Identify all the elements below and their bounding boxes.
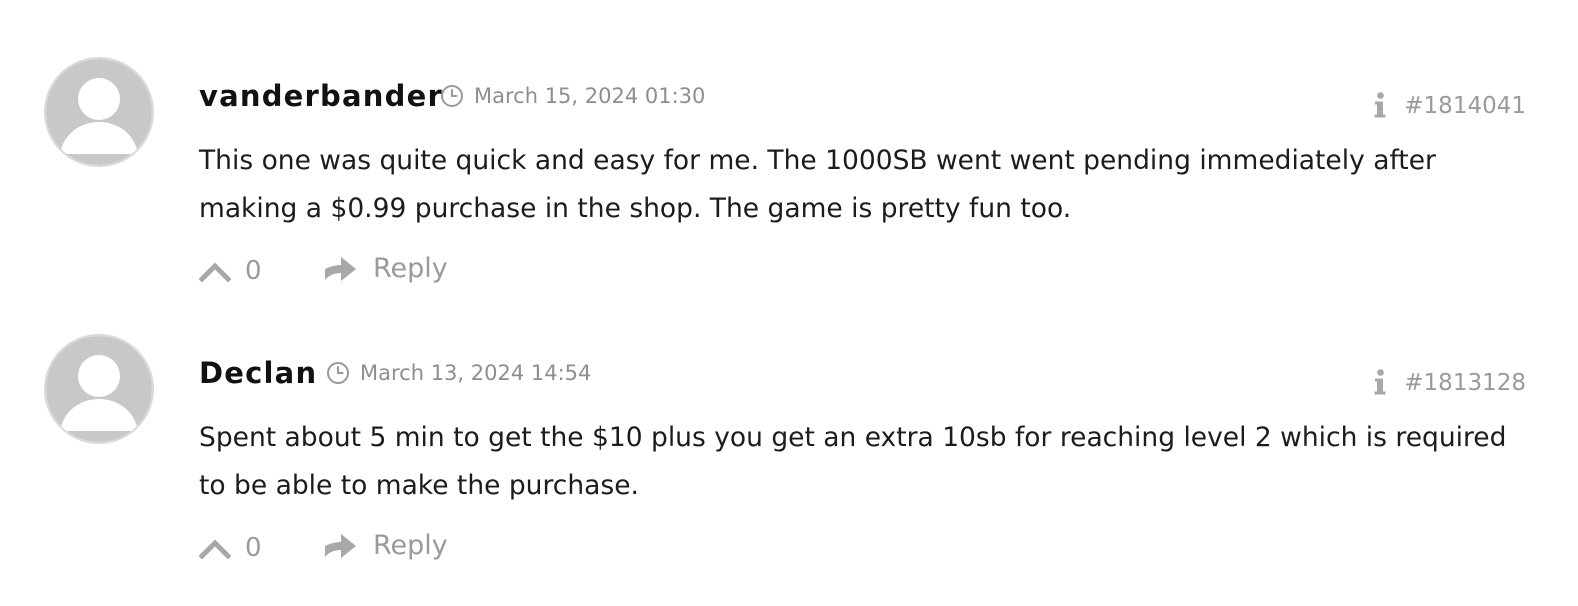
comment-text: Spent about 5 min to get the $10 plus yo…: [199, 422, 1507, 501]
avatar[interactable]: [44, 57, 154, 167]
comment-author[interactable]: Declan: [199, 355, 317, 391]
vote-count: 0: [245, 533, 262, 563]
comment-date-text: March 15, 2024 01:30: [474, 84, 706, 108]
comment: vanderbander March 15, 2024 01:30 #18140…: [0, 0, 1578, 286]
info-icon[interactable]: [1373, 92, 1387, 118]
reply-button[interactable]: Reply: [323, 527, 448, 565]
comment-permalink[interactable]: #1813128: [1404, 368, 1526, 398]
comment: Declan March 13, 2024 14:54 #1813128 Spe…: [0, 277, 1578, 563]
comment-date-text: March 13, 2024 14:54: [360, 361, 592, 385]
avatar-placeholder-icon: [46, 336, 152, 442]
avatar-placeholder-icon: [46, 59, 152, 165]
comment-date: March 15, 2024 01:30: [440, 83, 705, 109]
comment-author[interactable]: vanderbander: [199, 78, 443, 114]
reply-arrow-icon: [325, 534, 356, 558]
info-icon[interactable]: [1373, 369, 1387, 395]
comment-text: This one was quite quick and easy for me…: [199, 145, 1436, 224]
comment-date: March 13, 2024 14:54: [326, 360, 591, 386]
comment-permalink[interactable]: #1814041: [1404, 91, 1526, 121]
reply-label: Reply: [373, 530, 448, 561]
avatar[interactable]: [44, 334, 154, 444]
clock-icon: [441, 85, 463, 107]
clock-icon: [327, 362, 349, 384]
chevron-up-icon[interactable]: [199, 537, 231, 559]
